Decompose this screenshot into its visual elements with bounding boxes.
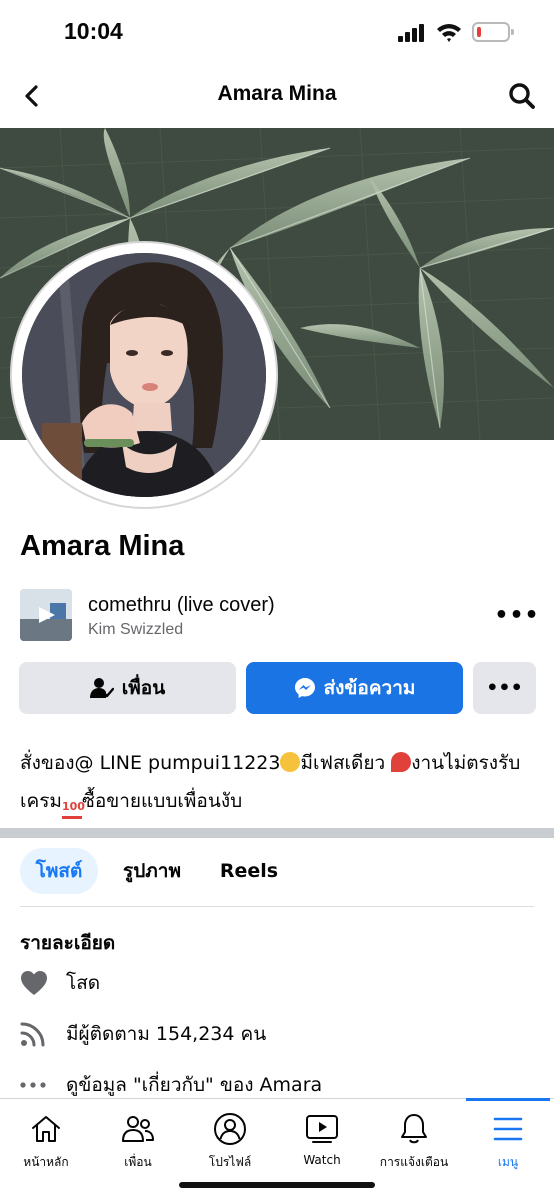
music-more-button[interactable]: ••• (494, 600, 538, 630)
details-heading: รายละเอียด (20, 932, 116, 954)
status-bar: 10:04 (0, 0, 554, 66)
detail-followers-text: มีผู้ติดตาม 154,234 คน (66, 1023, 267, 1045)
tab-posts[interactable]: โพสต์ (20, 848, 98, 894)
wifi-icon (436, 21, 462, 43)
tabbar-profile[interactable]: โปรไฟล์ (184, 1099, 276, 1179)
tab-photos[interactable]: รูปภาพ (108, 848, 196, 894)
profile-music[interactable]: comethru (live cover) Kim Swizzled ••• (20, 588, 539, 642)
hundred-points-icon: 100 (61, 799, 85, 819)
pushpin-icon (391, 752, 412, 772)
tabbar-watch[interactable]: Watch (276, 1099, 368, 1179)
tab-reels[interactable]: Reels (206, 848, 292, 894)
detail-followers[interactable]: มีผู้ติดตาม 154,234 คน (20, 1017, 266, 1051)
rss-icon (20, 1021, 56, 1047)
profile-picture[interactable] (22, 253, 266, 497)
messenger-icon (294, 678, 315, 698)
bio-text-2: มีเฟสเดียว (300, 752, 386, 774)
detail-relationship: โสด (20, 966, 100, 1000)
tabbar-home-label: หน้าหลัก (23, 1155, 69, 1169)
tabbar-menu-label: เมนู (497, 1155, 519, 1169)
bio-text-4: ซื้อขายแบบเพื่อนงับ (81, 790, 243, 812)
bell-icon (396, 1111, 432, 1147)
page-title: Amara Mina (217, 82, 337, 105)
search-icon[interactable] (504, 78, 540, 114)
home-indicator (179, 1182, 375, 1188)
tabbar-notifications-label: การแจ้งเตือน (379, 1155, 449, 1169)
tabbar-friends-label: เพื่อน (124, 1155, 152, 1169)
more-options-button[interactable]: ••• (473, 662, 536, 714)
menu-icon (490, 1111, 526, 1147)
status-time: 10:04 (64, 18, 123, 44)
bio-text-1: สั่งของ@ LINE pumpui11223 (20, 752, 281, 774)
message-button[interactable]: ส่งข้อความ (246, 662, 463, 714)
smiling-face-with-hearts-icon (280, 752, 301, 772)
section-divider (0, 828, 554, 838)
friend-button-label: เพื่อน (121, 677, 166, 699)
profile-icon (212, 1111, 248, 1147)
tabs-divider (20, 906, 534, 907)
profile-name: Amara Mina (20, 530, 185, 562)
tabbar-menu[interactable]: เมนู (462, 1099, 554, 1179)
message-button-label: ส่งข้อความ (323, 677, 416, 699)
battery-icon (472, 22, 514, 42)
home-icon (28, 1111, 64, 1147)
friends-icon (120, 1111, 156, 1147)
detail-see-about-text: ดูข้อมูล "เกี่ยวกับ" ของ Amara (66, 1074, 323, 1096)
cellular-signal-icon (398, 24, 426, 42)
friend-check-icon (89, 678, 114, 698)
nav-bar: Amara Mina (0, 66, 554, 128)
more-dots-icon (20, 1081, 56, 1089)
watch-icon (304, 1111, 340, 1147)
detail-see-about[interactable]: ดูข้อมูล "เกี่ยวกับ" ของ Amara (20, 1068, 322, 1102)
music-thumbnail[interactable] (20, 589, 72, 641)
music-title: comethru (live cover) (88, 594, 275, 616)
heart-icon (20, 970, 56, 996)
tabbar-notifications[interactable]: การแจ้งเตือน (368, 1099, 460, 1179)
friend-button[interactable]: เพื่อน (19, 662, 236, 714)
profile-bio: สั่งของ@ LINE pumpui11223 มีเฟสเดียว งานไ… (20, 744, 534, 820)
tabbar-watch-label: Watch (303, 1153, 341, 1167)
tabbar-friends[interactable]: เพื่อน (92, 1099, 184, 1179)
detail-relationship-text: โสด (66, 972, 101, 994)
tabbar-home[interactable]: หน้าหลัก (0, 1099, 92, 1179)
music-artist: Kim Swizzled (88, 621, 184, 638)
tabbar-profile-label: โปรไฟล์ (208, 1155, 252, 1169)
